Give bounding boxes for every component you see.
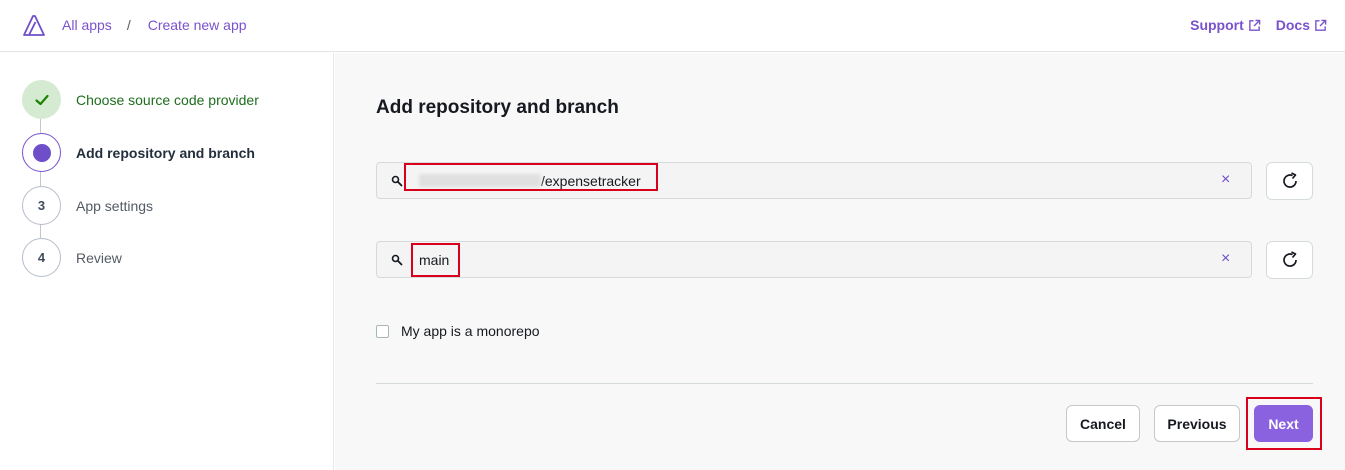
repository-value: /expensetracker xyxy=(419,173,641,189)
clear-icon[interactable]: × xyxy=(1221,251,1233,267)
breadcrumb-separator: / xyxy=(126,17,131,33)
repository-search-input[interactable]: /expensetracker × xyxy=(376,162,1252,199)
external-link-icon xyxy=(1248,19,1261,31)
cancel-button[interactable]: Cancel xyxy=(1066,405,1140,442)
clear-icon[interactable]: × xyxy=(1221,172,1233,188)
checkmark-icon xyxy=(34,94,49,105)
step-number: 3 xyxy=(22,186,61,225)
step-connector xyxy=(40,171,41,186)
refresh-icon xyxy=(1282,172,1297,188)
monorepo-option: My app is a monorepo xyxy=(376,323,540,339)
redacted-owner xyxy=(419,174,541,187)
docs-link-label: Docs xyxy=(1275,17,1310,33)
step-choose-source[interactable]: Choose source code provider xyxy=(22,80,259,119)
step-label: Review xyxy=(76,249,122,266)
step-add-repository: Add repository and branch xyxy=(22,133,255,172)
step-review: 4 Review xyxy=(22,238,122,277)
divider xyxy=(376,383,1313,384)
breadcrumb-create-new-app[interactable]: Create new app xyxy=(148,17,247,33)
next-button[interactable]: Next xyxy=(1254,405,1313,442)
search-icon xyxy=(391,175,403,187)
wizard-steps-sidebar: Choose source code provider Add reposito… xyxy=(0,53,334,470)
step-connector xyxy=(40,119,41,133)
breadcrumb-all-apps[interactable]: All apps xyxy=(62,17,112,33)
step-label: Choose source code provider xyxy=(76,91,259,108)
current-step-dot-icon xyxy=(32,143,51,162)
external-link-icon xyxy=(1315,19,1327,31)
step-connector xyxy=(40,224,41,238)
support-link-label: Support xyxy=(1190,17,1244,33)
page-title: Add repository and branch xyxy=(376,97,619,118)
refresh-repositories-button[interactable] xyxy=(1266,162,1313,200)
step-current-indicator xyxy=(22,133,61,172)
main-content: Add repository and branch /expensetracke… xyxy=(335,53,1345,470)
top-header: All apps / Create new app Support Docs xyxy=(0,0,1345,52)
refresh-icon xyxy=(1282,251,1297,267)
branch-search-input[interactable]: main × xyxy=(376,241,1252,278)
monorepo-label: My app is a monorepo xyxy=(401,323,540,339)
step-number: 4 xyxy=(22,238,61,277)
docs-link[interactable]: Docs xyxy=(1276,17,1327,33)
repository-name: /expensetracker xyxy=(541,173,641,189)
step-complete-indicator xyxy=(22,80,61,119)
step-label: App settings xyxy=(76,197,154,214)
breadcrumb: All apps / Create new app xyxy=(62,17,247,33)
support-link[interactable]: Support xyxy=(1190,17,1261,33)
search-icon xyxy=(391,254,403,266)
amplify-logo-icon[interactable] xyxy=(22,13,46,37)
refresh-branches-button[interactable] xyxy=(1266,241,1313,279)
step-label: Add repository and branch xyxy=(76,144,255,161)
monorepo-checkbox[interactable] xyxy=(376,324,389,338)
step-app-settings: 3 App settings xyxy=(22,186,153,225)
branch-value: main xyxy=(419,252,450,268)
previous-button[interactable]: Previous xyxy=(1154,405,1240,442)
